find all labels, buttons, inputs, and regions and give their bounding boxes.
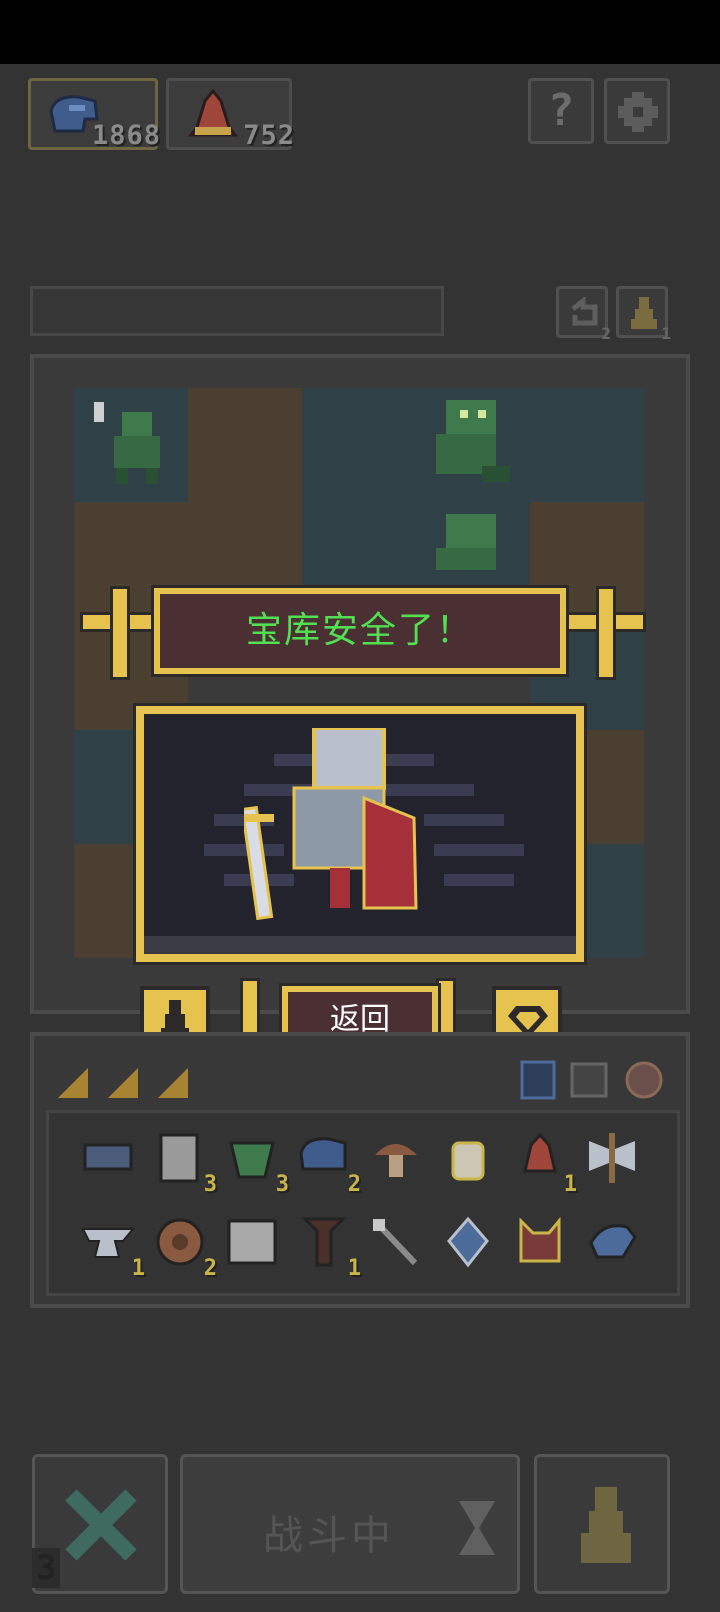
inventory-item[interactable]: 1 bbox=[79, 1213, 145, 1281]
dragon-boss-icon bbox=[436, 514, 496, 570]
resource-count: 752 bbox=[243, 120, 295, 151]
pawn-count: 1 bbox=[661, 324, 671, 343]
knight-character bbox=[244, 728, 418, 921]
resource-count: 1868 bbox=[91, 120, 161, 151]
inventory-item[interactable] bbox=[223, 1213, 281, 1271]
rotate-button[interactable]: 2 bbox=[556, 286, 611, 343]
banner-title-plate: 宝库安全了！ bbox=[151, 585, 569, 677]
inventory-item[interactable] bbox=[439, 1213, 497, 1271]
inventory-item[interactable]: 3 bbox=[151, 1129, 217, 1197]
inventory-item[interactable]: 1 bbox=[295, 1213, 361, 1281]
blue-hat-icon bbox=[299, 1137, 347, 1171]
close-icon bbox=[65, 1489, 137, 1561]
blue-crystal-icon bbox=[447, 1216, 489, 1268]
fox-icon bbox=[519, 1216, 561, 1263]
item-count: 3 bbox=[203, 1172, 217, 1197]
cloth-icon bbox=[83, 1143, 133, 1171]
resource-blue-hat[interactable]: 1868 bbox=[28, 78, 161, 151]
hourglass-icon bbox=[459, 1501, 495, 1555]
item-count: 1 bbox=[131, 1256, 145, 1281]
inventory-item[interactable] bbox=[367, 1213, 425, 1271]
wheel-icon bbox=[156, 1218, 204, 1266]
equipment-slots bbox=[520, 1060, 663, 1100]
double-axe-icon bbox=[589, 1133, 635, 1183]
help-icon: ? bbox=[547, 85, 575, 136]
inventory-item[interactable]: 2 bbox=[151, 1213, 217, 1281]
item-count: 2 bbox=[203, 1256, 217, 1281]
item-count: 1 bbox=[563, 1172, 577, 1197]
turn-counter: 3 bbox=[32, 1548, 61, 1588]
dragon-enemy-icon bbox=[94, 402, 160, 484]
banner-post-right bbox=[596, 586, 616, 680]
red-bell-icon bbox=[188, 88, 238, 137]
settings-button[interactable] bbox=[604, 78, 670, 144]
resource-red-bell[interactable]: 752 bbox=[166, 78, 295, 151]
red-bell-icon bbox=[523, 1132, 557, 1173]
item-count: 2 bbox=[347, 1172, 361, 1197]
board-cell[interactable] bbox=[188, 388, 302, 502]
item-count: 1 bbox=[347, 1256, 361, 1281]
scroll-icon bbox=[159, 1133, 199, 1183]
board-cell[interactable] bbox=[530, 388, 644, 502]
parchment-icon bbox=[227, 1219, 277, 1265]
inventory-item[interactable] bbox=[439, 1129, 497, 1187]
inventory-item[interactable] bbox=[79, 1129, 137, 1187]
item-count: 3 bbox=[275, 1172, 289, 1197]
cheese-slots bbox=[58, 1068, 188, 1098]
banner-title: 宝库安全了！ bbox=[245, 610, 474, 651]
victory-scene bbox=[133, 703, 587, 965]
inventory-item[interactable] bbox=[367, 1129, 425, 1187]
help-button[interactable]: ? bbox=[528, 78, 594, 144]
gear-icon bbox=[618, 92, 658, 132]
rotate-count: 2 bbox=[601, 324, 611, 343]
banner-post-left bbox=[110, 586, 130, 680]
inventory-item[interactable] bbox=[511, 1213, 569, 1271]
dragon-boss-icon bbox=[436, 400, 510, 482]
mushroom-icon bbox=[375, 1144, 417, 1177]
blue-bird-icon bbox=[589, 1224, 637, 1259]
scene-floor bbox=[144, 936, 576, 954]
dark-totem-icon bbox=[301, 1217, 347, 1267]
pawn-queue-button[interactable]: 1 bbox=[616, 286, 671, 343]
wave-progress-bar bbox=[30, 286, 444, 336]
pawn-action-button[interactable] bbox=[534, 1454, 670, 1594]
inventory-item[interactable]: 1 bbox=[511, 1129, 577, 1197]
pawn-icon bbox=[581, 1487, 631, 1563]
inventory-item[interactable] bbox=[583, 1213, 641, 1271]
result-banner: 宝库安全了！ bbox=[80, 585, 646, 680]
pawn-icon bbox=[631, 297, 657, 329]
board-cell[interactable] bbox=[302, 388, 416, 502]
wand-icon bbox=[373, 1219, 418, 1266]
inventory-grid: 3 3 2 1 1 2 1 bbox=[46, 1110, 680, 1296]
rotate-icon bbox=[571, 297, 598, 326]
green-gem-icon bbox=[229, 1141, 275, 1179]
battle-status-label: 战斗中 bbox=[263, 1513, 395, 1559]
anvil-icon bbox=[81, 1228, 136, 1258]
battle-status-button[interactable]: 战斗中 bbox=[180, 1454, 520, 1594]
inventory-item[interactable]: 2 bbox=[295, 1129, 361, 1197]
inventory-panel: 3 3 2 1 1 2 1 bbox=[30, 1032, 690, 1308]
status-bar bbox=[0, 0, 720, 64]
inventory-item[interactable] bbox=[583, 1129, 641, 1187]
potion-jar-icon bbox=[451, 1141, 485, 1181]
inventory-item[interactable]: 3 bbox=[223, 1129, 289, 1197]
